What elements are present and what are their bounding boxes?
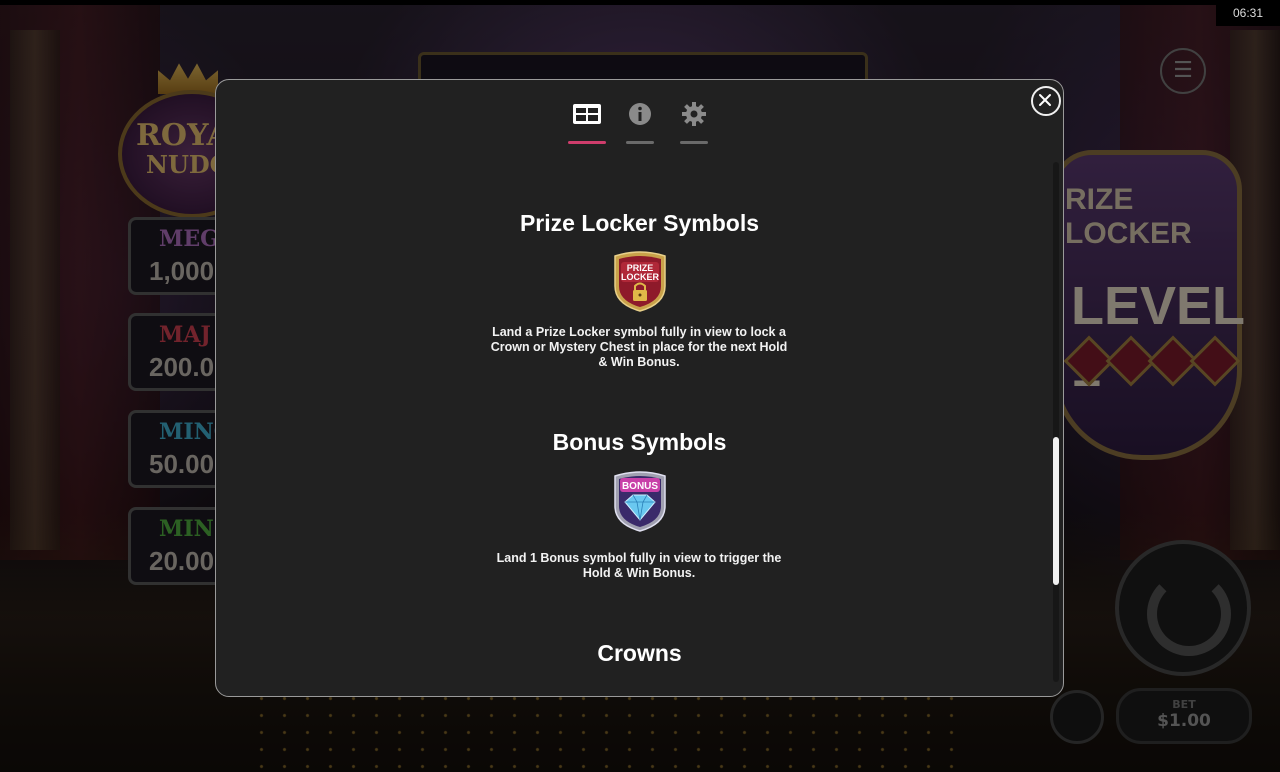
section-title-bonus: Bonus Symbols xyxy=(552,429,727,455)
bonus-symbol: BONUS xyxy=(614,471,666,532)
modal-content[interactable]: Prize Locker Symbols PRIZE LOCKER Land a… xyxy=(216,162,1063,696)
scrollbar-thumb[interactable] xyxy=(1053,437,1059,585)
close-icon xyxy=(1039,94,1051,106)
tab-info[interactable] xyxy=(626,98,654,144)
prize-locker-description: Land a Prize Locker symbol fully in view… xyxy=(490,325,788,369)
scrollbar[interactable] xyxy=(1053,162,1059,682)
help-modal: Prize Locker Symbols PRIZE LOCKER Land a… xyxy=(215,79,1064,697)
close-button[interactable] xyxy=(1031,86,1061,116)
tab-settings[interactable] xyxy=(680,98,708,144)
gear-icon xyxy=(682,102,706,126)
tab-paytable[interactable] xyxy=(568,98,606,144)
prize-locker-symbol: PRIZE LOCKER xyxy=(614,251,666,312)
paytable-icon xyxy=(573,104,601,124)
status-bar xyxy=(0,0,1280,5)
bonus-symbol-text: BONUS xyxy=(622,481,658,492)
info-icon xyxy=(629,103,651,125)
prize-locker-symbol-text2: LOCKER xyxy=(621,272,660,282)
section-title-crowns: Crowns xyxy=(597,640,682,666)
clock: 06:31 xyxy=(1216,0,1280,26)
section-title-prize-locker: Prize Locker Symbols xyxy=(519,210,760,236)
bonus-description: Land 1 Bonus symbol fully in view to tri… xyxy=(496,551,782,580)
modal-tabs xyxy=(216,98,1063,148)
